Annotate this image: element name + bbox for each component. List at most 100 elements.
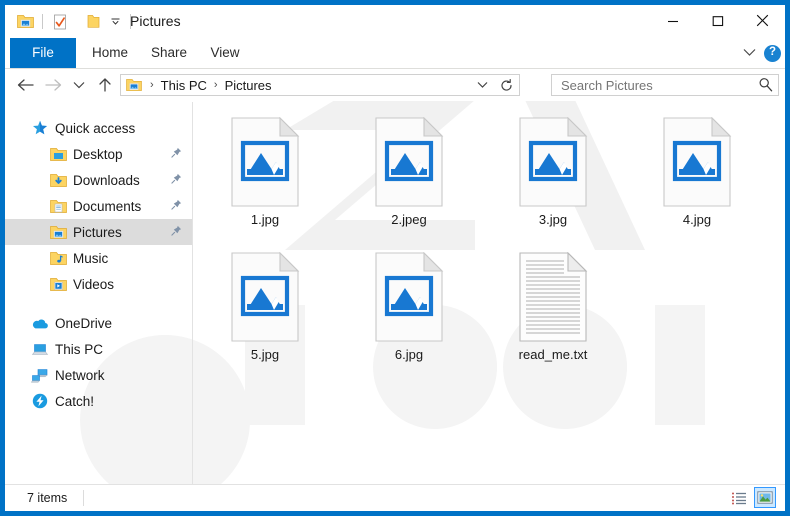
pin-icon[interactable] [171,146,182,161]
file-grid: 1.jpg 2.jpeg 3.jpg 4.jpg 5.jpg 6.jpg rea… [193,108,785,378]
details-view-button[interactable] [728,487,750,508]
nav-group-spacer [5,297,192,310]
star-icon [31,119,49,137]
pin-icon[interactable] [171,198,182,213]
expand-ribbon-chevron-down-icon[interactable] [743,44,756,62]
breadcrumb-separator-2: › [213,79,218,91]
breadcrumb-pictures-folder-icon [126,78,142,92]
file-list-pane[interactable]: 1.jpg 2.jpeg 3.jpg 4.jpg 5.jpg 6.jpg rea… [193,102,785,485]
breadcrumb-pictures[interactable]: Pictures [223,78,274,93]
search-box[interactable] [551,74,779,96]
minimize-button[interactable] [650,5,695,36]
jpg-file-icon [229,251,301,343]
folder-downloads-icon [49,171,67,189]
tab-home[interactable]: Home [83,38,137,68]
help-button[interactable]: ? [764,44,781,62]
pin-icon[interactable] [171,224,182,239]
sidebar-item-label: Desktop [73,146,123,162]
address-dropdown-chevron-down-icon[interactable] [471,75,493,95]
onedrive-cloud-icon [31,314,49,332]
sidebar-item-label: Music [73,250,109,266]
title-bar: Pictures [5,5,785,38]
sidebar-item-music[interactable]: Music [5,245,192,271]
sidebar-item-label: Network [55,367,105,383]
large-icons-view-button[interactable] [754,487,776,508]
sidebar-item-label: Pictures [73,224,122,240]
this-pc-icon [31,340,49,358]
file-item[interactable]: 3.jpg [481,108,625,243]
sidebar-item-pictures[interactable]: Pictures [5,219,192,245]
forward-button[interactable] [41,73,65,97]
pictures-folder-icon[interactable] [15,11,36,32]
new-folder-icon[interactable] [83,11,104,32]
folder-pictures-icon [49,223,67,241]
recent-locations-chevron-down-icon[interactable] [67,73,91,97]
file-item[interactable]: 5.jpg [193,243,337,378]
file-item[interactable]: read_me.txt [481,243,625,378]
sidebar-item-label: Videos [73,276,115,292]
sidebar-item-onedrive[interactable]: OneDrive [5,310,192,336]
navigation-pane: Quick access Desktop Downloads Documents… [5,102,192,485]
jpg-file-icon [373,116,445,208]
file-item[interactable]: 6.jpg [337,243,481,378]
file-name: 2.jpeg [391,212,427,227]
file-item[interactable]: 2.jpeg [337,108,481,243]
sidebar-group-quick-access[interactable]: Quick access [5,115,192,141]
file-name: 5.jpg [250,347,280,362]
folder-videos-icon [49,275,67,293]
content-area: Quick access Desktop Downloads Documents… [5,102,785,485]
tab-share[interactable]: Share [143,38,195,68]
sidebar-item-desktop[interactable]: Desktop [5,141,192,167]
sidebar-item-this-pc[interactable]: This PC [5,336,192,362]
refresh-icon[interactable] [495,75,517,95]
folder-documents-icon [49,197,67,215]
folder-music-icon [49,249,67,267]
sidebar-item-network[interactable]: Network [5,362,192,388]
breadcrumb-this-pc[interactable]: This PC [159,78,209,93]
sidebar-item-label: Catch! [55,393,95,409]
customize-qat-caret-icon[interactable] [106,12,124,32]
tab-file[interactable]: File [10,38,76,68]
ribbon-tab-strip: File Home Share View ? [5,38,785,69]
search-icon[interactable] [758,77,773,97]
sidebar-item-videos[interactable]: Videos [5,271,192,297]
sidebar-item-label: This PC [55,341,104,357]
nav-top-spacer [5,102,192,115]
search-input[interactable] [559,76,753,94]
jpg-file-icon [229,116,301,208]
sidebar-item-label: OneDrive [55,315,113,331]
file-item[interactable]: 4.jpg [625,108,769,243]
network-icon [31,366,49,384]
file-name: 1.jpg [250,212,280,227]
sidebar-item-label: Downloads [73,172,140,188]
address-bar-row: › This PC › Pictures [5,69,785,101]
file-name: read_me.txt [518,347,588,362]
folder-desktop-icon [49,145,67,163]
properties-icon[interactable] [49,11,70,32]
item-count-label: 7 items [27,491,68,505]
maximize-button[interactable] [695,5,740,36]
address-bar[interactable]: › This PC › Pictures [120,74,520,96]
pin-icon[interactable] [171,172,182,187]
txt-file-icon [517,251,589,343]
ribbon-right-controls: ? [743,38,781,68]
status-divider [83,490,84,506]
sidebar-item-documents[interactable]: Documents [5,193,192,219]
sidebar-item-downloads[interactable]: Downloads [5,167,192,193]
tab-view[interactable]: View [201,38,249,68]
close-button[interactable] [740,5,785,36]
qat-separator-1 [42,14,43,29]
sidebar-item-catch[interactable]: Catch! [5,388,192,414]
jpg-file-icon [661,116,733,208]
window-controls [650,5,785,36]
sidebar-group-label: Quick access [55,120,136,136]
file-explorer-window: Pictures File Home Share View ? › This P… [0,0,790,516]
back-button[interactable] [13,73,37,97]
jpg-file-icon [373,251,445,343]
file-name: 6.jpg [394,347,424,362]
quick-access-toolbar [15,5,137,38]
file-name: 3.jpg [538,212,568,227]
catch-app-icon [31,392,49,410]
file-item[interactable]: 1.jpg [193,108,337,243]
up-button[interactable] [93,73,117,97]
